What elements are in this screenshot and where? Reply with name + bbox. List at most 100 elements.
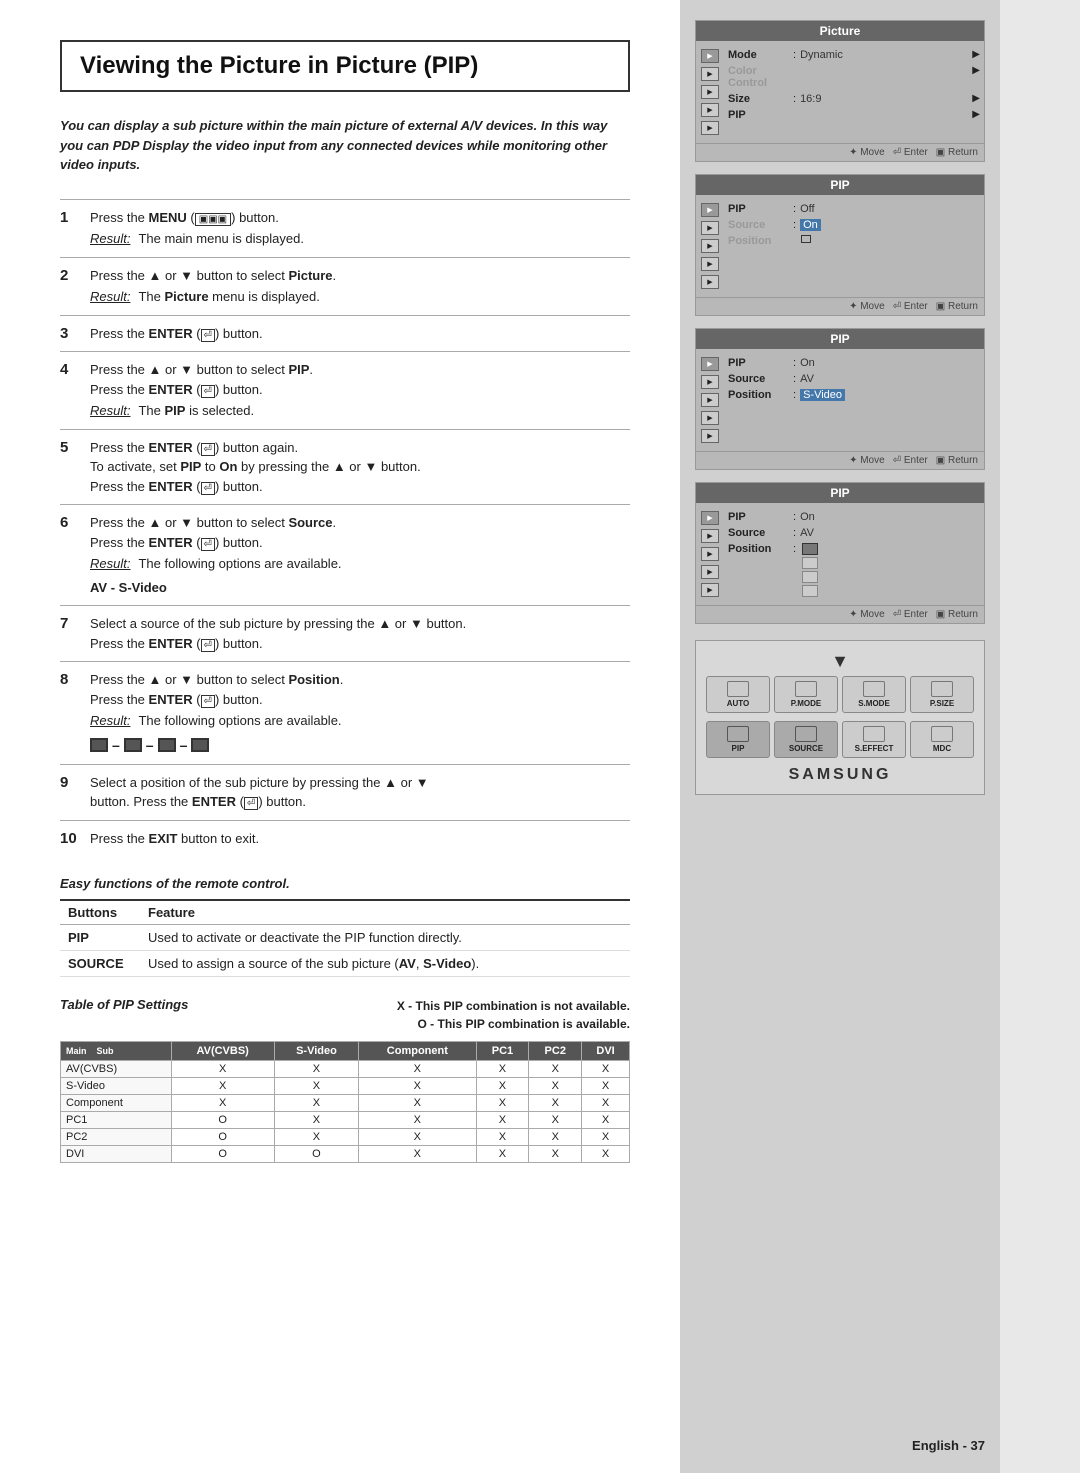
panel-pip3-icon-3: ▶	[701, 547, 719, 561]
panel-pip2-pip-value: On	[800, 357, 815, 369]
pip-cell: O	[171, 1112, 274, 1129]
panel-pip2-footer: ✦ Move ⏎ Enter ▣ Return	[696, 451, 984, 469]
step-10-instruction: Press the EXIT button to exit.	[90, 831, 259, 846]
func-col-feature: Feature	[140, 900, 630, 925]
step-10: 10 Press the EXIT button to exit.	[60, 820, 630, 857]
step-4: 4 Press the ▲ or ▼ button to select PIP.…	[60, 351, 630, 429]
pos-box-row-4	[802, 585, 818, 597]
step-9: 9 Select a position of the sub picture b…	[60, 764, 630, 820]
pip-cell: X	[529, 1078, 582, 1095]
pip-cell: X	[359, 1061, 476, 1078]
step-8: 8 Press the ▲ or ▼ button to select Posi…	[60, 661, 630, 764]
pip-note-x: X - This PIP combination is not availabl…	[397, 999, 630, 1013]
pip-row-label-svideo: S-Video	[61, 1078, 172, 1095]
pip-cell: X	[529, 1146, 582, 1163]
panel-pip3-source-label: Source	[728, 527, 793, 539]
footer-return-3: ▣ Return	[936, 455, 978, 466]
step-3-num: 3	[60, 324, 90, 342]
panel-pip2-position-label: Position	[728, 389, 793, 401]
smode-btn-label: S.MODE	[858, 699, 890, 708]
step-4-num: 4	[60, 360, 90, 378]
pip-table-title: Table of PIP Settings	[60, 997, 188, 1012]
panel-pip2-body: ▶ ▶ ▶ ▶ ▶ PIP : On Source : AV Position	[696, 349, 984, 451]
remote-btn-auto[interactable]: AUTO	[706, 676, 770, 713]
panel-pip3-row-source: Source : AV	[728, 525, 980, 541]
pip-col-pc2: PC2	[529, 1042, 582, 1061]
pip-cell: X	[476, 1129, 529, 1146]
panel-picture-icons: ▶ ▶ ▶ ▶ ▶	[696, 45, 724, 139]
pos-box-row-1	[802, 543, 818, 555]
remote-btn-pmode[interactable]: P.MODE	[774, 676, 838, 713]
auto-btn-shape	[727, 681, 749, 697]
pip-cell: X	[529, 1129, 582, 1146]
pip-cell: X	[359, 1146, 476, 1163]
panel-pip2-row-pip: PIP : On	[728, 355, 980, 371]
pmode-btn-shape	[795, 681, 817, 697]
panel-picture-mode-value: Dynamic	[800, 49, 843, 61]
panel-pip1-title: PIP	[696, 175, 984, 195]
step-7: 7 Select a source of the sub picture by …	[60, 605, 630, 661]
pip-cell: X	[274, 1078, 358, 1095]
step-1-result-label: Result:	[90, 229, 130, 249]
func-pip-label: PIP	[60, 925, 140, 951]
panel-pip3-title: PIP	[696, 483, 984, 503]
page-title: Viewing the Picture in Picture (PIP)	[80, 52, 610, 80]
source-btn-shape	[795, 726, 817, 742]
pip-cell: X	[476, 1095, 529, 1112]
step-2-content: Press the ▲ or ▼ button to select Pictur…	[90, 266, 630, 307]
step-10-content: Press the EXIT button to exit.	[90, 829, 630, 849]
footer-move-4: ✦ Move	[849, 609, 885, 620]
remote-btn-psize[interactable]: P.SIZE	[910, 676, 974, 713]
panel-pip1-icon-5: ▶	[701, 275, 719, 289]
func-pip-desc: Used to activate or deactivate the PIP f…	[140, 925, 630, 951]
psize-btn-label: P.SIZE	[930, 699, 954, 708]
panel-picture-mode-label: Mode	[728, 49, 793, 61]
step-1-result: The main menu is displayed.	[138, 229, 303, 249]
footer-move-3: ✦ Move	[849, 455, 885, 466]
step-10-num: 10	[60, 829, 90, 847]
remote-grid-row2: PIP SOURCE S.EFFECT MDC	[706, 721, 974, 758]
step-3: 3 Press the ENTER (⏎) button.	[60, 315, 630, 352]
pip-cell: X	[359, 1095, 476, 1112]
pip-table-section: Table of PIP Settings X - This PIP combi…	[60, 997, 630, 1163]
panel-pip3-row-pip: PIP : On	[728, 509, 980, 525]
remote-btn-smode[interactable]: S.MODE	[842, 676, 906, 713]
panel-size-value: 16:9	[800, 93, 821, 105]
step-7-num: 7	[60, 614, 90, 632]
pos-box-3	[802, 571, 818, 583]
step-5: 5 Press the ENTER (⏎) button again. To a…	[60, 429, 630, 505]
pip-table-note: X - This PIP combination is not availabl…	[397, 997, 630, 1033]
step-6-num: 6	[60, 513, 90, 531]
remote-btn-mdc[interactable]: MDC	[910, 721, 974, 758]
step-5-num: 5	[60, 438, 90, 456]
remote-btn-pip[interactable]: PIP	[706, 721, 770, 758]
pip-col-pc1: PC1	[476, 1042, 529, 1061]
pip-row-avcvbs: AV(CVBS) X X X X X X	[61, 1061, 630, 1078]
func-row-source: SOURCE Used to assign a source of the su…	[60, 951, 630, 977]
remote-btn-source[interactable]: SOURCE	[774, 721, 838, 758]
panel-pip1-row-pip: PIP : Off	[728, 201, 980, 217]
panel-pip1-footer: ✦ Move ⏎ Enter ▣ Return	[696, 297, 984, 315]
panel-pip1-icon-3: ▶	[701, 239, 719, 253]
down-arrow-indicator: ▼	[706, 651, 974, 672]
pip-cell: X	[582, 1061, 630, 1078]
panel-pip2-icon-5: ▶	[701, 429, 719, 443]
psize-btn-shape	[931, 681, 953, 697]
step-6-options: AV - S-Video	[90, 578, 630, 598]
panel-picture-footer: ✦ Move ⏎ Enter ▣ Return	[696, 143, 984, 161]
pip-cell: X	[274, 1112, 358, 1129]
panel-pip1-body: ▶ ▶ ▶ ▶ ▶ PIP : Off Source : On Positio	[696, 195, 984, 297]
remote-btn-seffect[interactable]: S.EFFECT	[842, 721, 906, 758]
panel-pip-row-label: PIP	[728, 109, 793, 121]
step-8-instruction: Press the ▲ or ▼ button to select Positi…	[90, 670, 630, 709]
pip-row-svideo: S-Video X X X X X X	[61, 1078, 630, 1095]
panel-pip2-icon-3: ▶	[701, 393, 719, 407]
panel-picture-rows: Mode : Dynamic ▶ Color Control ▶ Size : …	[724, 45, 984, 139]
step-6-result-label: Result:	[90, 554, 130, 574]
pos-icon-2	[124, 738, 142, 752]
pip-cell: X	[171, 1078, 274, 1095]
panel-arrow-mode: ▶	[972, 49, 980, 61]
easy-functions-title: Easy functions of the remote control.	[60, 876, 630, 891]
pip-cell: X	[171, 1095, 274, 1112]
panel-picture-row-mode: Mode : Dynamic ▶	[728, 47, 980, 63]
